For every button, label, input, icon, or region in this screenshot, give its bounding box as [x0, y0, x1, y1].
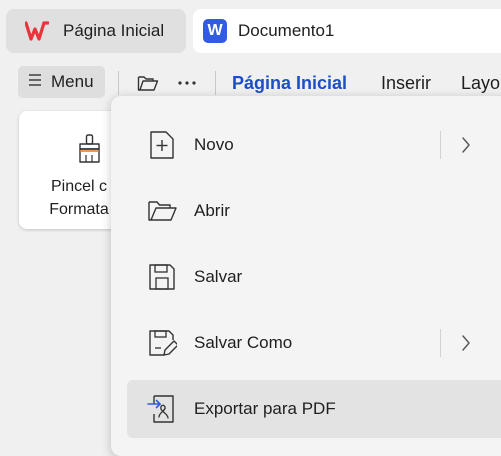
tab-bar: Página Inicial W Documento1 — [0, 0, 501, 58]
hamburger-icon — [28, 73, 42, 92]
open-folder-icon[interactable] — [135, 71, 161, 95]
menu-item-save[interactable]: Salvar — [127, 248, 501, 306]
save-as-icon — [147, 328, 179, 358]
menu-item-export-pdf-label: Exportar para PDF — [194, 399, 336, 418]
main-menu-dropdown: Novo Abrir Salvar Salvar Como Exportar p… — [111, 96, 501, 456]
submenu-divider — [440, 131, 441, 159]
more-options-icon[interactable] — [174, 71, 200, 95]
menu-item-export-pdf[interactable]: Exportar para PDF — [127, 380, 501, 438]
ribbon-tab-home[interactable]: Página Inicial — [232, 73, 347, 94]
chevron-right-icon[interactable] — [459, 333, 473, 353]
word-document-icon: W — [203, 19, 227, 43]
menu-item-new-label: Novo — [194, 135, 234, 154]
save-icon — [147, 262, 177, 292]
tab-document[interactable]: W Documento1 — [193, 9, 501, 53]
tab-document-label: Documento1 — [238, 21, 335, 40]
menu-button[interactable]: Menu — [18, 66, 105, 98]
menu-item-new[interactable]: Novo — [127, 116, 501, 174]
toolbar-divider — [118, 71, 119, 95]
menu-item-save-as-label: Salvar Como — [194, 333, 293, 352]
ribbon-tab-insert[interactable]: Inserir — [381, 73, 431, 94]
tab-home-label: Página Inicial — [63, 21, 165, 40]
menu-item-save-as[interactable]: Salvar Como — [127, 314, 501, 372]
menu-item-open[interactable]: Abrir — [127, 182, 501, 240]
ribbon-tab-layout[interactable]: Layo — [461, 73, 500, 94]
chevron-right-icon[interactable] — [459, 135, 473, 155]
toolbar-divider — [215, 71, 216, 95]
format-painter-icon — [76, 134, 104, 169]
menu-item-save-label: Salvar — [194, 267, 243, 286]
menu-item-open-label: Abrir — [194, 201, 230, 220]
open-folder-icon — [147, 196, 177, 226]
new-file-icon — [147, 130, 177, 160]
wps-logo-icon — [24, 19, 50, 43]
submenu-divider — [440, 329, 441, 357]
menu-button-label: Menu — [51, 72, 94, 91]
tab-home[interactable]: Página Inicial — [6, 9, 186, 53]
export-pdf-icon — [147, 394, 177, 424]
